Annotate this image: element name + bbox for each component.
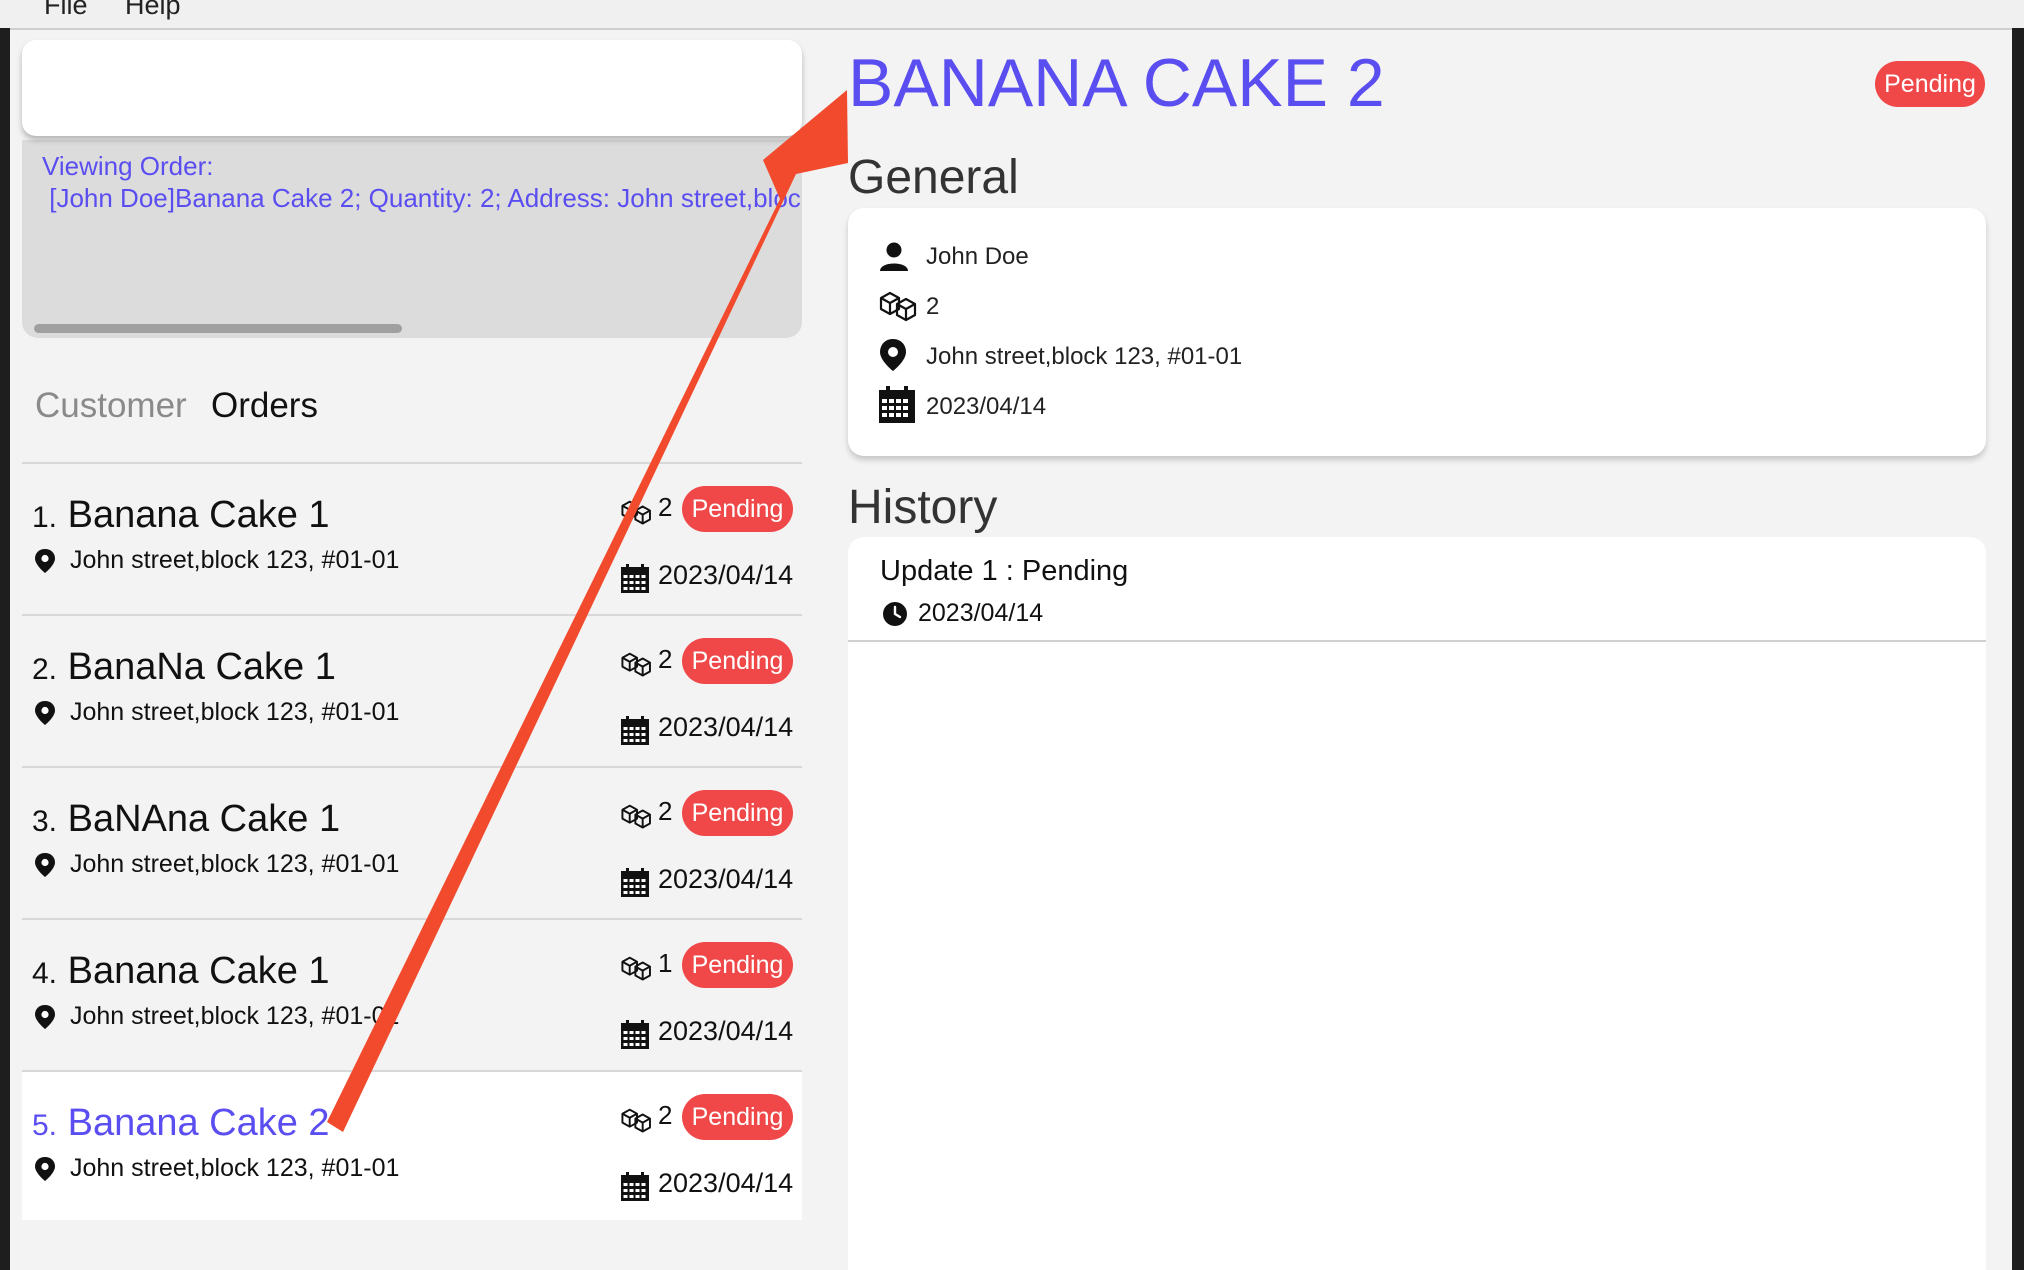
result-text: Viewing Order: [John Doe]Banana Cake 2; … [42,151,802,213]
order-detail-status-badge: Pending [1875,61,1985,107]
order-name: BanaNa Cake 1 [67,646,336,688]
order-name: BaNAna Cake 1 [67,798,341,840]
calendar-icon [621,1172,649,1201]
location-pin-icon [35,549,55,573]
clock-icon [883,602,907,626]
order-title: 4. Banana Cake 1 [32,950,330,993]
command-input[interactable] [22,40,802,136]
boxes-icon [621,1108,651,1133]
order-address: John street,block 123, #01-01 [70,1002,400,1030]
order-date: 2023/04/14 [658,1168,794,1198]
calendar-icon [879,386,915,423]
menu-bar: File Help [0,0,2024,30]
order-date: 2023/04/14 [658,864,794,894]
order-status-badge: Pending [682,486,793,532]
general-card: John Doe 2 John street,block 123, #01-01… [848,208,1986,456]
order-quantity: 2 [658,492,673,522]
order-title: 1. Banana Cake 1 [32,494,330,537]
history-heading: History [848,481,998,534]
window-edge-right [2012,28,2024,1270]
general-heading: General [848,151,1019,204]
history-date: 2023/04/14 [918,599,1044,627]
order-title: 3. BaNAna Cake 1 [32,798,340,841]
boxes-icon [621,652,651,677]
order-status-badge: Pending [682,638,793,684]
location-pin-icon [35,853,55,877]
history-panel: Update 1 : Pending 2023/04/14 [848,537,1986,1270]
boxes-icon [621,500,651,525]
order-detail-title: BANANA CAKE 2 [848,45,1385,121]
order-card[interactable]: 3. BaNAna Cake 1 John street,block 123, #… [22,766,802,916]
boxes-icon [879,291,917,322]
general-quantity: 2 [926,293,940,320]
location-pin-icon [35,1005,55,1029]
general-address: John street,block 123, #01-01 [926,343,1243,370]
window-edge-left [0,28,10,1270]
menu-file[interactable]: File [44,0,88,21]
order-status-badge: Pending [682,790,793,836]
calendar-icon [621,868,649,897]
order-index: 1. [32,501,58,534]
boxes-icon [621,956,651,981]
order-index: 3. [32,805,58,838]
location-pin-icon [880,339,906,371]
order-address: John street,block 123, #01-01 [70,698,400,726]
person-icon [880,242,908,271]
order-name: Banana Cake 1 [67,494,330,536]
menu-help[interactable]: Help [125,0,181,21]
order-title: 2. BanaNa Cake 1 [32,646,336,689]
order-index: 4. [32,957,58,990]
boxes-icon [621,804,651,829]
order-address: John street,block 123, #01-01 [70,1154,400,1182]
order-name: Banana Cake 2 [67,1102,330,1144]
order-address: John street,block 123, #01-01 [70,546,400,574]
location-pin-icon [35,1157,55,1181]
order-card[interactable]: 4. Banana Cake 1 John street,block 123, #… [22,918,802,1068]
general-customer-name: John Doe [926,243,1029,270]
tab-orders[interactable]: Orders [211,386,318,426]
order-quantity: 2 [658,1100,673,1130]
calendar-icon [621,564,649,593]
order-card[interactable]: 1. Banana Cake 1 John street,block 123, #… [22,462,802,612]
order-quantity: 1 [658,948,673,978]
result-scrollbar[interactable] [34,324,402,333]
order-status-badge: Pending [682,942,793,988]
calendar-icon [621,716,649,745]
order-index: 2. [32,653,58,686]
order-quantity: 2 [658,644,673,674]
history-entry: Update 1 : Pending 2023/04/14 [848,537,1986,642]
order-date: 2023/04/14 [658,712,794,742]
order-date: 2023/04/14 [658,1016,794,1046]
tab-customer[interactable]: Customer [35,386,187,426]
history-update-text: Update 1 : Pending [880,555,1129,587]
order-card[interactable]: 2. BanaNa Cake 1 John street,block 123, #… [22,614,802,764]
order-address: John street,block 123, #01-01 [70,850,400,878]
order-title: 5. Banana Cake 2 [32,1102,330,1145]
calendar-icon [621,1020,649,1049]
result-display: Viewing Order: [John Doe]Banana Cake 2; … [22,140,802,338]
order-name: Banana Cake 1 [67,950,330,992]
order-card[interactable]: 5. Banana Cake 2 John street,block 123, #… [22,1070,802,1220]
location-pin-icon [35,701,55,725]
order-quantity: 2 [658,796,673,826]
general-date: 2023/04/14 [926,393,1047,420]
order-index: 5. [32,1109,58,1142]
order-date: 2023/04/14 [658,560,794,590]
order-status-badge: Pending [682,1094,793,1140]
